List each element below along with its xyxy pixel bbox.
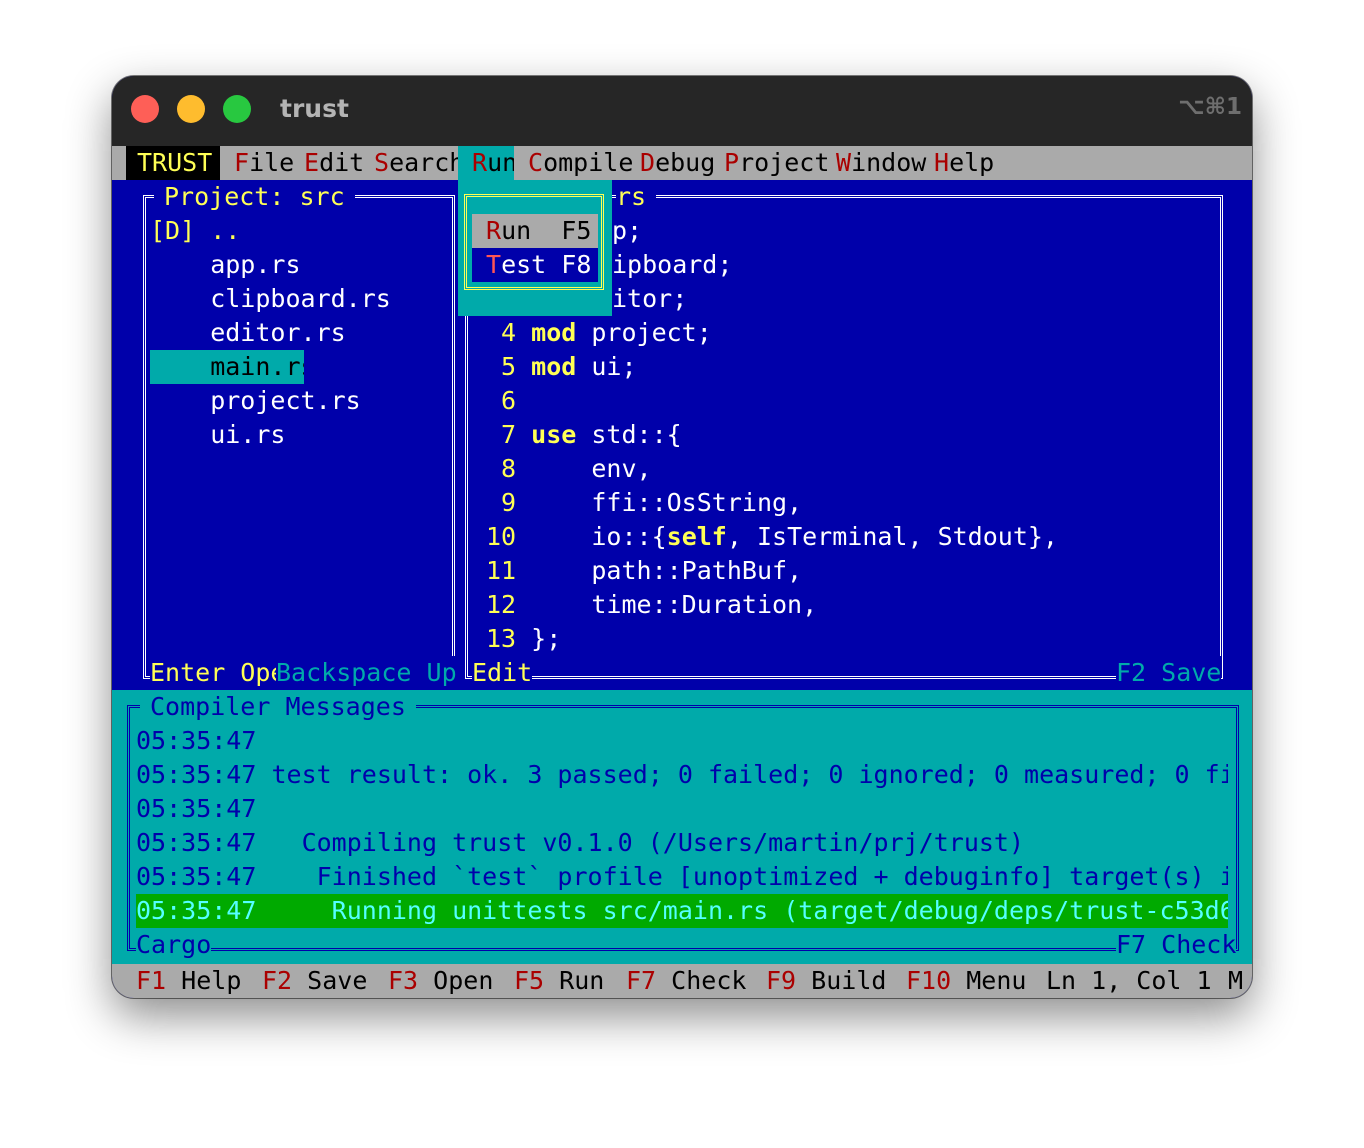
menu-bar: TRUST File Edit Search Run Compile Debug… <box>112 146 1252 180</box>
window-shortcut: ⌥⌘1 <box>1178 94 1242 120</box>
code-line-12: 12 time::Duration, <box>486 590 818 619</box>
mode-indicator: M <box>1228 966 1244 995</box>
menu-window[interactable]: Window <box>836 146 928 180</box>
message-line-5: 05:35:47 Finished `test` profile [unopti… <box>136 862 1228 891</box>
app-name: TRUST <box>137 148 213 177</box>
project-entry-main-selected[interactable]: main.rs <box>150 350 304 384</box>
status-key-open[interactable]: F3 Open <box>388 964 493 998</box>
editor-footer-save: F2 Save <box>1116 656 1222 690</box>
code-line-10: 10 io::{self, IsTerminal, Stdout}, <box>486 522 1058 551</box>
menu-search[interactable]: Search <box>374 146 464 180</box>
menu-edit[interactable]: Edit <box>304 146 374 180</box>
menu-project[interactable]: Project <box>724 146 828 180</box>
messages-footer-cargo: Cargo <box>136 928 212 962</box>
project-panel-title: Project: src <box>154 180 355 214</box>
code-line-1: p; <box>612 216 643 245</box>
menu-help[interactable]: Help <box>934 146 1004 180</box>
status-key-run[interactable]: F5 Run <box>514 964 604 998</box>
app-badge: TRUST <box>126 146 220 180</box>
menu-debug[interactable]: Debug <box>640 146 720 180</box>
code-line-4: 4 mod project; <box>486 318 712 347</box>
close-window-button[interactable] <box>131 95 159 123</box>
messages-footer-check: F7 Check <box>1116 928 1237 962</box>
code-line-2: ipboard; <box>612 250 733 279</box>
compiler-messages-panel: Compiler Messages 05:35:47 05:35:47 test… <box>112 690 1252 964</box>
code-line-9: 9 ffi::OsString, <box>486 488 803 517</box>
project-entry-project[interactable]: project.rs <box>150 384 446 418</box>
code-line-13: 13 }; <box>486 624 562 653</box>
window-title: trust <box>280 94 349 123</box>
minimize-window-button[interactable] <box>177 95 205 123</box>
project-footer-backspace: Backspace Up <box>276 656 457 690</box>
menu-run[interactable]: Run <box>458 146 514 180</box>
message-line-1: 05:35:47 <box>136 726 257 755</box>
project-entry-parent[interactable]: [D] .. <box>150 214 446 248</box>
status-key-save[interactable]: F2 Save <box>262 964 367 998</box>
project-entry-app[interactable]: app.rs <box>150 248 446 282</box>
compiler-messages-title: Compiler Messages <box>140 690 416 724</box>
message-line-4: 05:35:47 Compiling trust v0.1.0 (/Users/… <box>136 828 1025 857</box>
code-line-3: itor; <box>612 284 688 313</box>
run-menu-item-test[interactable]: Test F8 <box>472 248 598 282</box>
code-line-5: 5 mod ui; <box>486 352 637 381</box>
project-panel: Project: src [D] .. app.rs clipboard.rs … <box>140 180 458 690</box>
project-entry-ui[interactable]: ui.rs <box>150 418 446 452</box>
editor-footer-edit: Edit <box>472 656 533 690</box>
status-key-check[interactable]: F7 Check <box>626 964 746 998</box>
terminal-window: trust ⌥⌘1 TRUST File Edit Search Run Com… <box>112 76 1252 998</box>
message-line-6-selected[interactable]: 05:35:47 Running unittests src/main.rs (… <box>136 894 1228 928</box>
project-entry-clipboard[interactable]: clipboard.rs <box>150 282 446 316</box>
editor-panel-title: rs <box>616 180 657 214</box>
status-key-help[interactable]: F1 Help <box>136 964 241 998</box>
code-line-7: 7 use std::{ <box>486 420 682 449</box>
project-entry-editor[interactable]: editor.rs <box>150 316 446 350</box>
message-line-3: 05:35:47 <box>136 794 257 823</box>
message-line-2: 05:35:47 test result: ok. 3 passed; 0 fa… <box>136 760 1228 789</box>
code-line-11: 11 path::PathBuf, <box>486 556 803 585</box>
status-key-build[interactable]: F9 Build <box>766 964 886 998</box>
run-menu-item-run[interactable]: Run F5 <box>472 214 598 248</box>
status-bar: F1 Help F2 Save F3 Open F5 Run F7 Check … <box>112 964 1252 998</box>
project-footer-enter: Enter Ope <box>150 656 286 690</box>
menu-compile[interactable]: Compile <box>528 146 632 180</box>
run-menu: Run F5 Test F8 <box>458 180 612 316</box>
zoom-window-button[interactable] <box>223 95 251 123</box>
title-bar: trust ⌥⌘1 <box>112 76 1252 146</box>
status-key-menu[interactable]: F10 Menu <box>906 964 1026 998</box>
cursor-position: Ln 1, Col 1 <box>1046 966 1212 995</box>
code-line-6: 6 <box>486 386 517 415</box>
code-line-8: 8 env, <box>486 454 652 483</box>
